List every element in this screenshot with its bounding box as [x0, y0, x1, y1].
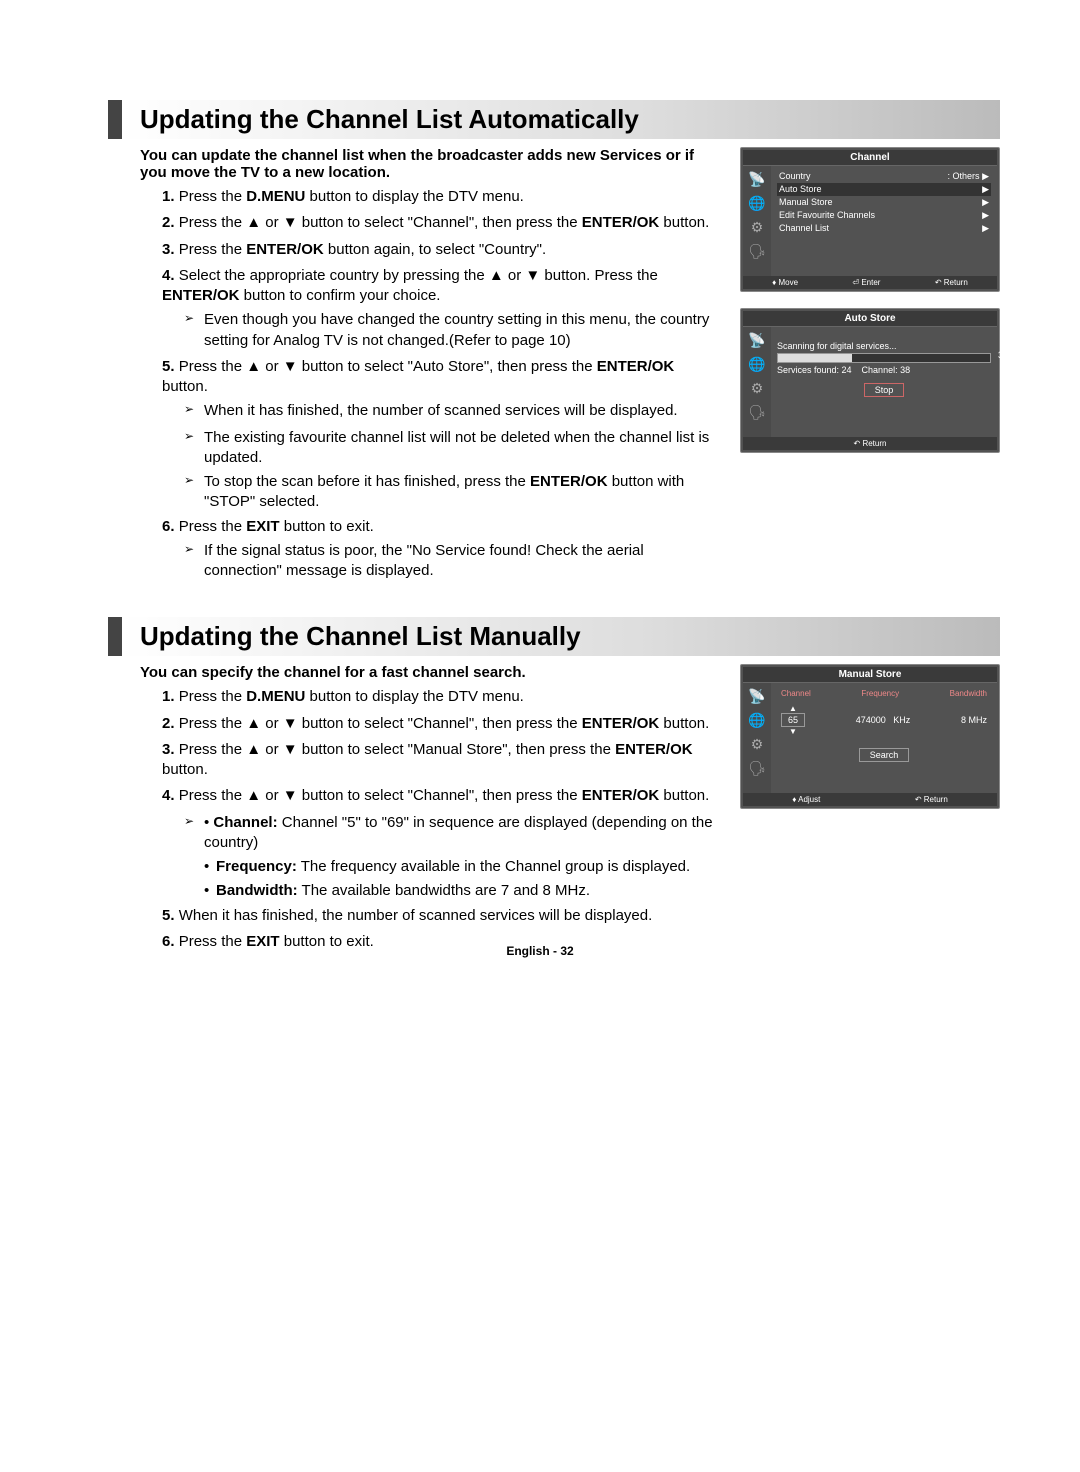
lang-icon: 🗣 — [748, 244, 766, 258]
step2-5: 5. When it has finished, the number of s… — [162, 906, 722, 926]
step2-4-channel: • Channel: Channel "5" to "69" in sequen… — [184, 813, 722, 854]
step2-4-freq: Frequency: The frequency available in th… — [204, 857, 722, 877]
osd3-title: Manual Store — [743, 667, 997, 683]
step2-4-bw: Bandwidth: The available bandwidths are … — [204, 881, 722, 901]
chevron-up-icon: ▲ — [789, 704, 797, 713]
osd3-val-bw: 8 — [961, 715, 966, 725]
section1-intro: You can update the channel list when the… — [140, 147, 722, 181]
step2-4: 4. Press the ▲ or ▼ button to select "Ch… — [162, 786, 722, 806]
arrow-right-icon: ▶ — [982, 197, 989, 208]
progress-fill — [778, 354, 852, 362]
osd3-channel-spinner: ▲ 65 ▼ — [781, 704, 805, 736]
step-5: 5. Press the ▲ or ▼ button to select "Au… — [162, 357, 722, 422]
osd3-col-ch: Channel — [781, 689, 811, 698]
osd-autostore: Auto Store 📡 🌐 ⚙ 🗣 Scanning for digital … — [740, 308, 1000, 453]
osd3-col-freq: Frequency — [861, 689, 899, 698]
section-title-manual: Updating the Channel List Manually — [108, 617, 1000, 656]
arrow-right-icon: ▶ — [982, 223, 989, 234]
step-4: 4. Select the appropriate country by pre… — [162, 266, 722, 351]
arrow-right-icon: ▶ — [982, 184, 989, 195]
section-title-auto: Updating the Channel List Automatically — [108, 100, 1000, 139]
gear-icon: ⚙ — [751, 220, 764, 234]
step-5-sub1: When it has finished, the number of scan… — [184, 401, 722, 421]
section2-intro: You can specify the channel for a fast c… — [140, 664, 722, 681]
osd1-foot-enter: ⏎ Enter — [852, 278, 880, 287]
osd2-scanning: Scanning for digital services... — [777, 341, 991, 351]
globe-icon: 🌐 — [748, 357, 765, 371]
osd-manualstore: Manual Store 📡 🌐 ⚙ 🗣 Channel Frequency B… — [740, 664, 1000, 809]
chevron-down-icon: ▼ — [789, 727, 797, 736]
osd3-val-ch: 65 — [781, 713, 805, 727]
osd3-col-bw: Bandwidth — [950, 689, 987, 698]
osd2-foot-return: ↶ Return — [854, 439, 887, 448]
osd2-channel: Channel: 38 — [862, 365, 911, 375]
osd2-title: Auto Store — [743, 311, 997, 327]
lang-icon: 🗣 — [748, 405, 766, 419]
step-2: 2. Press the ▲ or ▼ button to select "Ch… — [162, 213, 722, 233]
gear-icon: ⚙ — [751, 737, 764, 751]
arrow-right-icon: ▶ — [982, 171, 989, 181]
step2-3: 3. Press the ▲ or ▼ button to select "Ma… — [162, 740, 722, 781]
progress-bar: 35% — [777, 353, 991, 363]
osd-sidebar-icons: 📡 🌐 ⚙ 🗣 — [743, 683, 771, 793]
osd-sidebar-icons: 📡 🌐 ⚙ 🗣 — [743, 166, 771, 276]
page-footer: English - 32 — [0, 944, 1080, 958]
osd3-search-button: Search — [859, 748, 910, 762]
globe-icon: 🌐 — [748, 713, 765, 727]
osd-channel-menu: Channel 📡 🌐 ⚙ 🗣 Country : Others ▶ Auto S… — [740, 147, 1000, 292]
osd1-editfav: Edit Favourite Channels — [779, 210, 875, 221]
step2-1: 1. Press the D.MENU button to display th… — [162, 687, 722, 707]
osd3-foot-adjust: ♦ Adjust — [792, 795, 820, 804]
globe-icon: 🌐 — [748, 196, 765, 210]
osd2-stop-button: Stop — [864, 383, 905, 397]
osd1-manualstore: Manual Store — [779, 197, 833, 208]
section1-text: You can update the channel list when the… — [140, 147, 722, 587]
lang-icon: 🗣 — [748, 761, 766, 775]
osd1-foot-return: ↶ Return — [935, 278, 968, 287]
step-5-sub3: To stop the scan before it has finished,… — [184, 472, 722, 513]
osd3-val-freq: 474000 — [856, 715, 886, 725]
step-4-sub: Even though you have changed the country… — [184, 310, 722, 351]
satellite-icon: 📡 — [748, 172, 765, 186]
arrow-right-icon: ▶ — [982, 210, 989, 221]
satellite-icon: 📡 — [748, 333, 765, 347]
osd-sidebar-icons: 📡 🌐 ⚙ 🗣 — [743, 327, 771, 437]
step-6-sub: If the signal status is poor, the "No Se… — [184, 541, 722, 582]
step-5-sub2: The existing favourite channel list will… — [184, 428, 722, 469]
step2-2: 2. Press the ▲ or ▼ button to select "Ch… — [162, 714, 722, 734]
step-6: 6. Press the EXIT button to exit. If the… — [162, 517, 722, 582]
step-3: 3. Press the ENTER/OK button again, to s… — [162, 240, 722, 260]
osd3-foot-return: ↶ Return — [915, 795, 948, 804]
satellite-icon: 📡 — [748, 689, 765, 703]
section2-text: You can specify the channel for a fast c… — [140, 664, 722, 958]
gear-icon: ⚙ — [751, 381, 764, 395]
osd1-country-value: : Others — [948, 171, 980, 181]
osd3-khz: KHz — [893, 715, 910, 725]
osd3-mhz: MHz — [969, 715, 988, 725]
osd1-chlist: Channel List — [779, 223, 829, 234]
osd1-autostore: Auto Store — [779, 184, 822, 195]
step-1: 1. Press the D.MENU button to display th… — [162, 187, 722, 207]
progress-percent: 35% — [998, 350, 1016, 360]
osd1-title: Channel — [743, 150, 997, 166]
osd1-foot-move: ♦ Move — [772, 278, 798, 287]
osd1-country-label: Country — [779, 171, 811, 182]
osd2-services: Services found: 24 — [777, 365, 852, 375]
